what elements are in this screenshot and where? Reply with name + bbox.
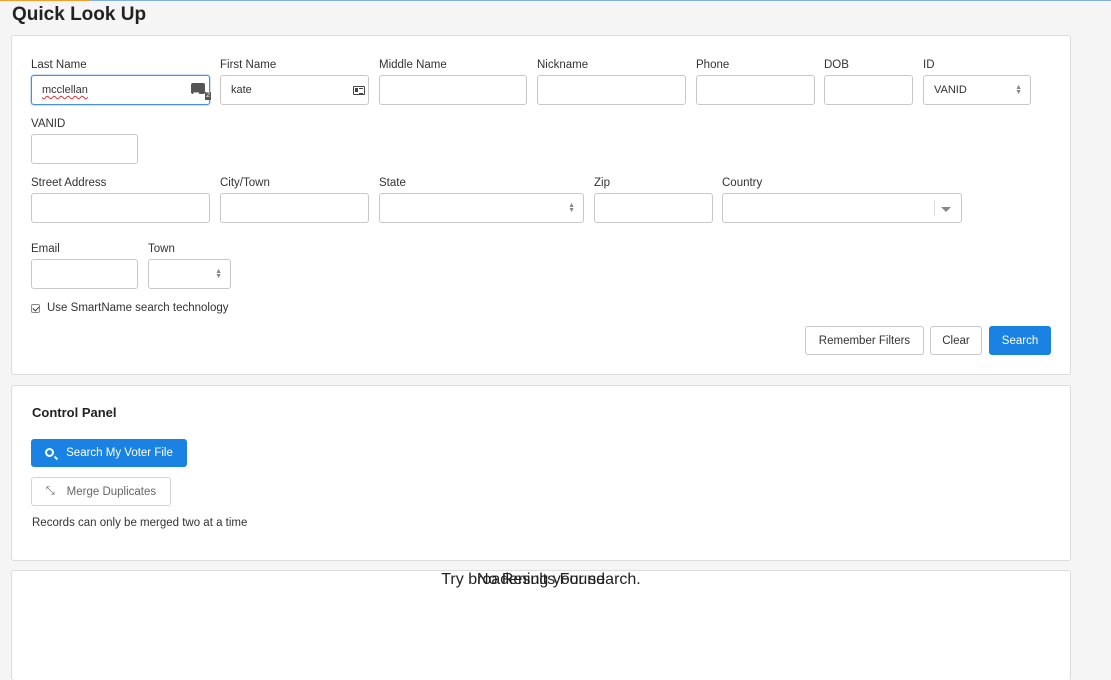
smartname-label: Use SmartName search technology	[47, 302, 229, 314]
email-input[interactable]	[31, 259, 138, 289]
last-name-value: mcclellan	[42, 84, 88, 96]
first-name-value: kate	[231, 84, 252, 96]
page-title: Quick Look Up	[12, 4, 147, 25]
search-button[interactable]: Search	[989, 326, 1051, 355]
country-group: Country	[722, 177, 962, 223]
search-icon	[45, 447, 55, 457]
state-group: State ▲ ▼	[379, 177, 584, 223]
contact-card-icon[interactable]	[353, 86, 365, 95]
merge-duplicates-label: Merge Duplicates	[66, 485, 157, 498]
state-label: State	[379, 177, 406, 189]
control-panel: Control Panel Search My Voter File ⤡ Mer…	[11, 385, 1071, 561]
id-label: ID	[923, 59, 935, 71]
merge-note: Records can only be merged two at a time	[32, 517, 248, 529]
dob-label: DOB	[824, 59, 849, 71]
city-town-group: City/Town	[220, 177, 369, 223]
nickname-label: Nickname	[537, 59, 589, 71]
first-name-group: First Name kate	[220, 59, 369, 105]
email-label: Email	[31, 243, 60, 255]
zip-group: Zip	[594, 177, 713, 223]
merge-icon: ⤡	[45, 485, 55, 497]
middle-name-group: Middle Name	[379, 59, 527, 105]
country-label: Country	[722, 177, 763, 189]
select-arrows-icon: ▲ ▼	[568, 202, 575, 214]
state-select[interactable]: ▲ ▼	[379, 193, 584, 223]
id-group: ID VANID ▲ ▼	[923, 59, 1031, 105]
country-select[interactable]	[722, 193, 962, 223]
password-manager-icon[interactable]	[191, 80, 205, 108]
no-results-hint: Try broadening your search.	[441, 571, 641, 588]
phone-label: Phone	[696, 59, 730, 71]
street-address-input[interactable]	[31, 193, 210, 223]
town-group: Town ▲ ▼	[148, 243, 231, 289]
results-panel: No Results Found Try broadening your sea…	[11, 570, 1071, 680]
street-address-group: Street Address	[31, 177, 210, 223]
phone-input[interactable]	[696, 75, 815, 105]
city-town-label: City/Town	[220, 177, 270, 189]
dob-group: DOB	[824, 59, 913, 105]
town-select[interactable]: ▲ ▼	[148, 259, 231, 289]
middle-name-input[interactable]	[379, 75, 527, 105]
top-border	[0, 0, 1111, 1]
vanid-label: VANID	[31, 118, 66, 130]
search-my-voter-file-label: Search My Voter File	[66, 447, 173, 459]
last-name-input[interactable]: mcclellan 2	[31, 75, 211, 108]
zip-label: Zip	[594, 177, 610, 189]
nickname-group: Nickname	[537, 59, 686, 105]
control-panel-title: Control Panel	[32, 405, 117, 420]
id-select[interactable]: VANID ▲ ▼	[923, 75, 1031, 105]
search-my-voter-file-button[interactable]: Search My Voter File	[31, 439, 187, 467]
town-label: Town	[148, 243, 175, 255]
vanid-group: VANID	[31, 118, 138, 164]
clear-button[interactable]: Clear	[930, 326, 982, 355]
email-group: Email	[31, 243, 138, 289]
remember-filters-button[interactable]: Remember Filters	[805, 326, 924, 355]
dob-input[interactable]	[824, 75, 913, 105]
last-name-label: Last Name	[31, 59, 87, 71]
select-arrows-icon: ▲ ▼	[1015, 84, 1022, 96]
middle-name-label: Middle Name	[379, 59, 447, 71]
city-town-input[interactable]	[220, 193, 369, 223]
phone-group: Phone	[696, 59, 815, 105]
vanid-input[interactable]	[31, 134, 138, 164]
last-name-group: Last Name mcclellan 2	[31, 59, 211, 108]
select-arrows-icon: ▲ ▼	[215, 268, 222, 280]
street-address-label: Street Address	[31, 177, 107, 189]
filters-panel: Last Name mcclellan 2 First Name kate Mi…	[11, 35, 1071, 375]
smartname-checkbox[interactable]	[31, 303, 40, 313]
zip-input[interactable]	[594, 193, 713, 223]
nickname-input[interactable]	[537, 75, 686, 105]
first-name-input[interactable]: kate	[220, 75, 369, 105]
merge-duplicates-button[interactable]: ⤡ Merge Duplicates	[31, 477, 171, 506]
password-manager-badge: 2	[205, 92, 211, 100]
id-select-value: VANID	[934, 84, 967, 96]
smartname-checkbox-row[interactable]: Use SmartName search technology	[31, 302, 229, 314]
first-name-label: First Name	[220, 59, 277, 71]
chevron-down-icon	[941, 207, 951, 212]
